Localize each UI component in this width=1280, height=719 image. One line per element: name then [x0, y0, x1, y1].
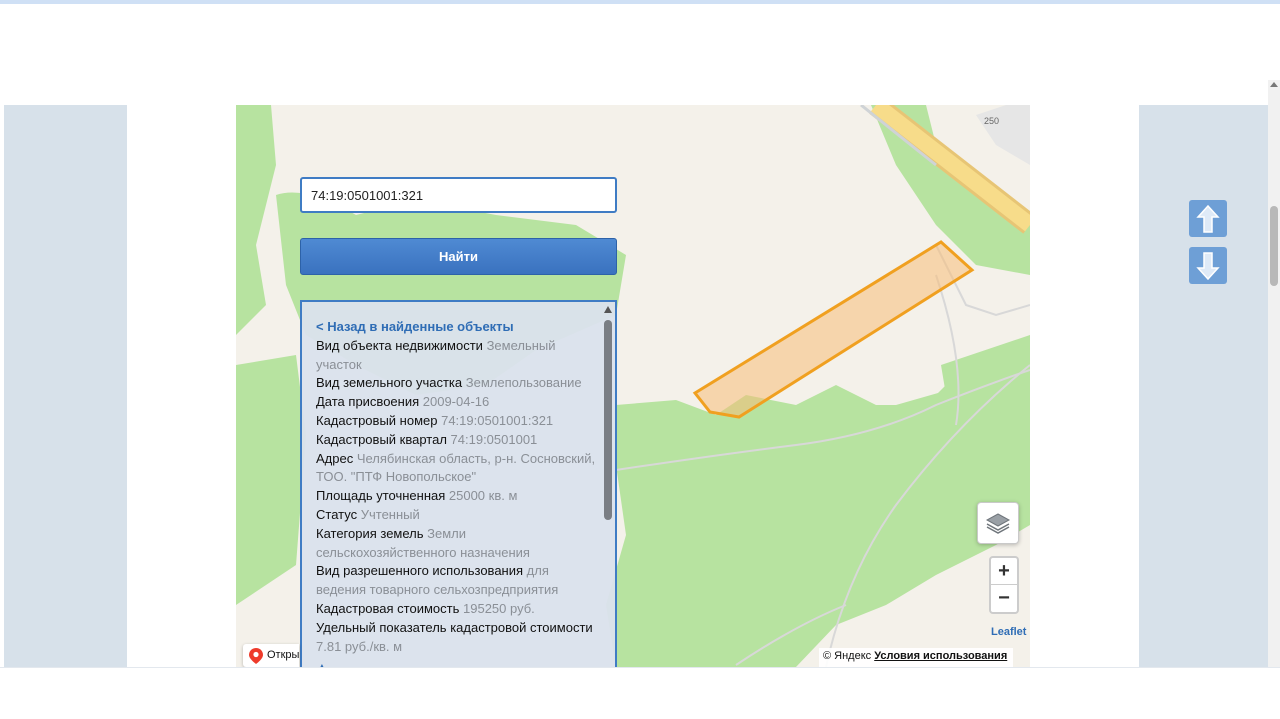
scroll-to-top-button[interactable]	[1189, 200, 1227, 237]
zoom-out-button[interactable]: −	[991, 585, 1017, 612]
zoom-in-button[interactable]: +	[991, 558, 1017, 585]
footer-area	[0, 667, 1280, 719]
scroll-to-bottom-button[interactable]	[1189, 247, 1227, 284]
header-area	[4, 4, 1268, 105]
leaflet-link[interactable]: Leaflet	[991, 626, 1026, 638]
scrollbar-thumb[interactable]	[604, 320, 612, 520]
arrow-up-icon	[1196, 204, 1220, 233]
open-in-yandex-maps-button[interactable]: Открыть в Яндекс.Картах	[243, 644, 299, 667]
page-scrollbar[interactable]	[1268, 80, 1280, 680]
scroll-up-icon[interactable]	[604, 306, 612, 313]
object-info-content: < Назад в найденные объекты Вид объекта …	[316, 318, 596, 677]
attribution-copyright: © Яндекс	[823, 650, 872, 662]
zoom-control: + −	[989, 556, 1019, 614]
info-row-specific-value: Удельный показатель кадастровой стоимост…	[316, 619, 593, 654]
info-row-parcel-type: Вид земельного участка Землепользование	[316, 375, 582, 391]
map-attribution: © Яндекс Условия использования	[819, 648, 1014, 667]
terms-of-use-link[interactable]: Условия использования	[874, 650, 1007, 662]
forest-area	[236, 105, 276, 335]
forest-area	[236, 355, 306, 605]
info-row-permitted-use: Вид разрешенного использования для веден…	[316, 563, 559, 598]
find-button[interactable]: Найти	[300, 238, 617, 275]
page-scrollbar-thumb[interactable]	[1270, 206, 1278, 286]
info-row-area: Площадь уточненная 25000 кв. м	[316, 488, 518, 504]
layers-icon	[985, 513, 1011, 534]
built-area	[976, 105, 1030, 165]
open-in-yandex-maps-label: Открыть в Яндекс.Картах	[267, 649, 299, 661]
info-row-assignment-date: Дата присвоения 2009-04-16	[316, 394, 490, 410]
back-to-results-link[interactable]: < Назад в найденные объекты	[316, 318, 596, 337]
info-row-cadastral-number: Кадастровый номер 74:19:0501001:321	[316, 412, 554, 428]
info-row-address: Адрес Челябинская область, р-н. Сосновск…	[316, 450, 596, 485]
info-row-cadastral-value: Кадастровая стоимость 195250 руб.	[316, 600, 535, 616]
layers-button[interactable]	[977, 502, 1019, 544]
info-row-land-category: Категория земель Земли сельскохозяйствен…	[316, 525, 530, 560]
info-panel-scrollbar[interactable]	[603, 304, 613, 680]
road-number: 250	[984, 116, 999, 126]
arrow-down-icon	[1196, 251, 1220, 280]
cadastral-number-input[interactable]	[300, 177, 617, 213]
object-info-panel[interactable]: < Назад в найденные объекты Вид объекта …	[300, 300, 617, 680]
info-row-status: Статус Учтенный	[316, 506, 420, 522]
info-row-object-type: Вид объекта недвижимости Земельный участ…	[316, 337, 556, 372]
map-pin-icon	[249, 648, 263, 664]
page-scroll-up-icon[interactable]	[1270, 82, 1278, 87]
info-row-cadastral-quarter: Кадастровый квартал 74:19:0501001	[316, 431, 538, 447]
